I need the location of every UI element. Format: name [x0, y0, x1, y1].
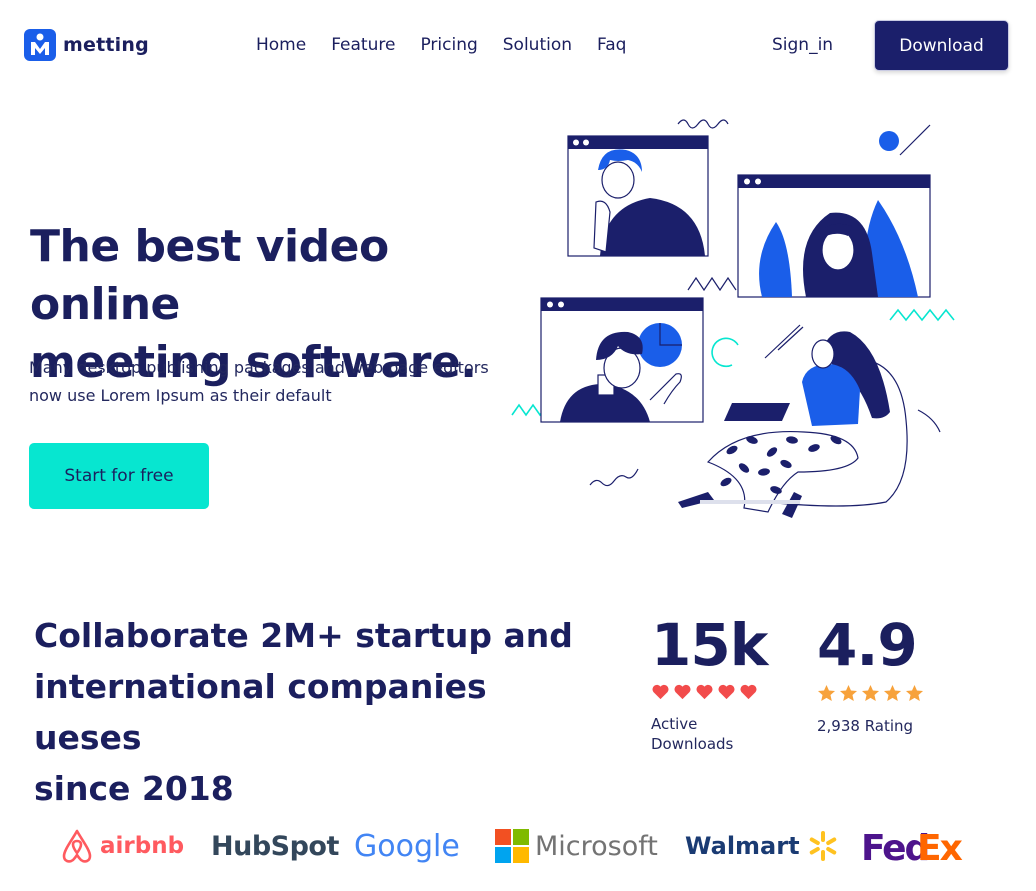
start-for-free-button[interactable]: Start for free [29, 443, 209, 509]
heart-icon [652, 684, 669, 700]
microsoft-logo: Microsoft [495, 820, 658, 872]
heart-icon [674, 684, 691, 700]
hubspot-logo: HubSpot [211, 820, 339, 872]
microsoft-icon [495, 829, 529, 863]
download-button[interactable]: Download [874, 20, 1009, 71]
hero-title-line-1: The best video online [30, 221, 389, 330]
fedex-wordmark-art: Fed Ex [861, 828, 963, 868]
video-window-2 [737, 174, 931, 298]
google-logo: Google [354, 820, 460, 872]
heart-icon [696, 684, 713, 700]
fedex-logo: Fed Ex [861, 820, 963, 872]
decor-dot [879, 131, 899, 151]
star-icon [905, 684, 924, 702]
walmart-wordmark: Walmart [685, 832, 800, 860]
rating-label: 2,938 Rating [817, 717, 914, 735]
nav-link-faq[interactable]: Faq [597, 35, 626, 55]
nav-link-feature[interactable]: Feature [331, 35, 395, 55]
airbnb-wordmark: airbnb [100, 833, 185, 859]
walmart-spark-icon [809, 831, 836, 861]
sign-in-link[interactable]: Sign_in [772, 35, 833, 55]
microsoft-wordmark: Microsoft [535, 830, 658, 862]
main-menu: Home Feature Pricing Solution Faq [256, 35, 626, 55]
nav-link-home[interactable]: Home [256, 35, 306, 55]
downloads-label-line-2: Downloads [651, 735, 734, 753]
logo-icon [24, 29, 56, 61]
hero-subtitle-line-1: Many desktop publishing packages and web… [29, 358, 489, 377]
rating-stat: 4.9 2,938 Rating [817, 610, 924, 736]
airbnb-icon [62, 829, 92, 863]
woman-with-laptop [678, 331, 908, 518]
nav-link-solution[interactable]: Solution [503, 35, 572, 55]
airbnb-logo: airbnb [60, 820, 184, 872]
downloads-stat: 15k Active Downloads [651, 610, 768, 754]
hero-subtitle: Many desktop publishing packages and web… [29, 354, 509, 410]
hubspot-wordmark: HubSpot [211, 830, 339, 862]
downloads-label: Active Downloads [651, 714, 761, 754]
partner-logos: airbnb HubSpot Google Microsoft Walmart [0, 820, 1036, 875]
hero-subtitle-line-2: now use Lorem Ipsum as their default [29, 386, 332, 405]
svg-text:Ex: Ex [917, 828, 963, 868]
star-icon [817, 684, 836, 702]
downloads-hearts [651, 684, 767, 700]
top-navigation: metting Home Feature Pricing Solution Fa… [0, 0, 1036, 92]
logo-text: metting [63, 34, 149, 56]
star-icon [839, 684, 858, 702]
rating-value: 4.9 [817, 611, 918, 679]
downloads-value: 15k [651, 611, 768, 679]
downloads-label-line-1: Active [651, 715, 698, 733]
rating-stars [817, 684, 924, 702]
collaborate-line-2: international companies ueses [34, 667, 487, 757]
video-window-3 [540, 297, 704, 423]
video-window-1 [567, 135, 709, 257]
heart-icon [740, 684, 757, 700]
star-icon [861, 684, 880, 702]
logo[interactable]: metting [24, 29, 149, 61]
collaborate-line-3: since 2018 [34, 769, 234, 808]
walmart-logo: Walmart [685, 820, 840, 872]
collaborate-line-1: Collaborate 2M+ startup and [34, 616, 573, 655]
nav-link-pricing[interactable]: Pricing [420, 35, 477, 55]
google-wordmark: Google [354, 828, 460, 864]
star-icon [883, 684, 902, 702]
video-meeting-illustration [511, 119, 955, 518]
heart-icon [718, 684, 735, 700]
collaborate-headline: Collaborate 2M+ startup and internationa… [34, 610, 594, 814]
